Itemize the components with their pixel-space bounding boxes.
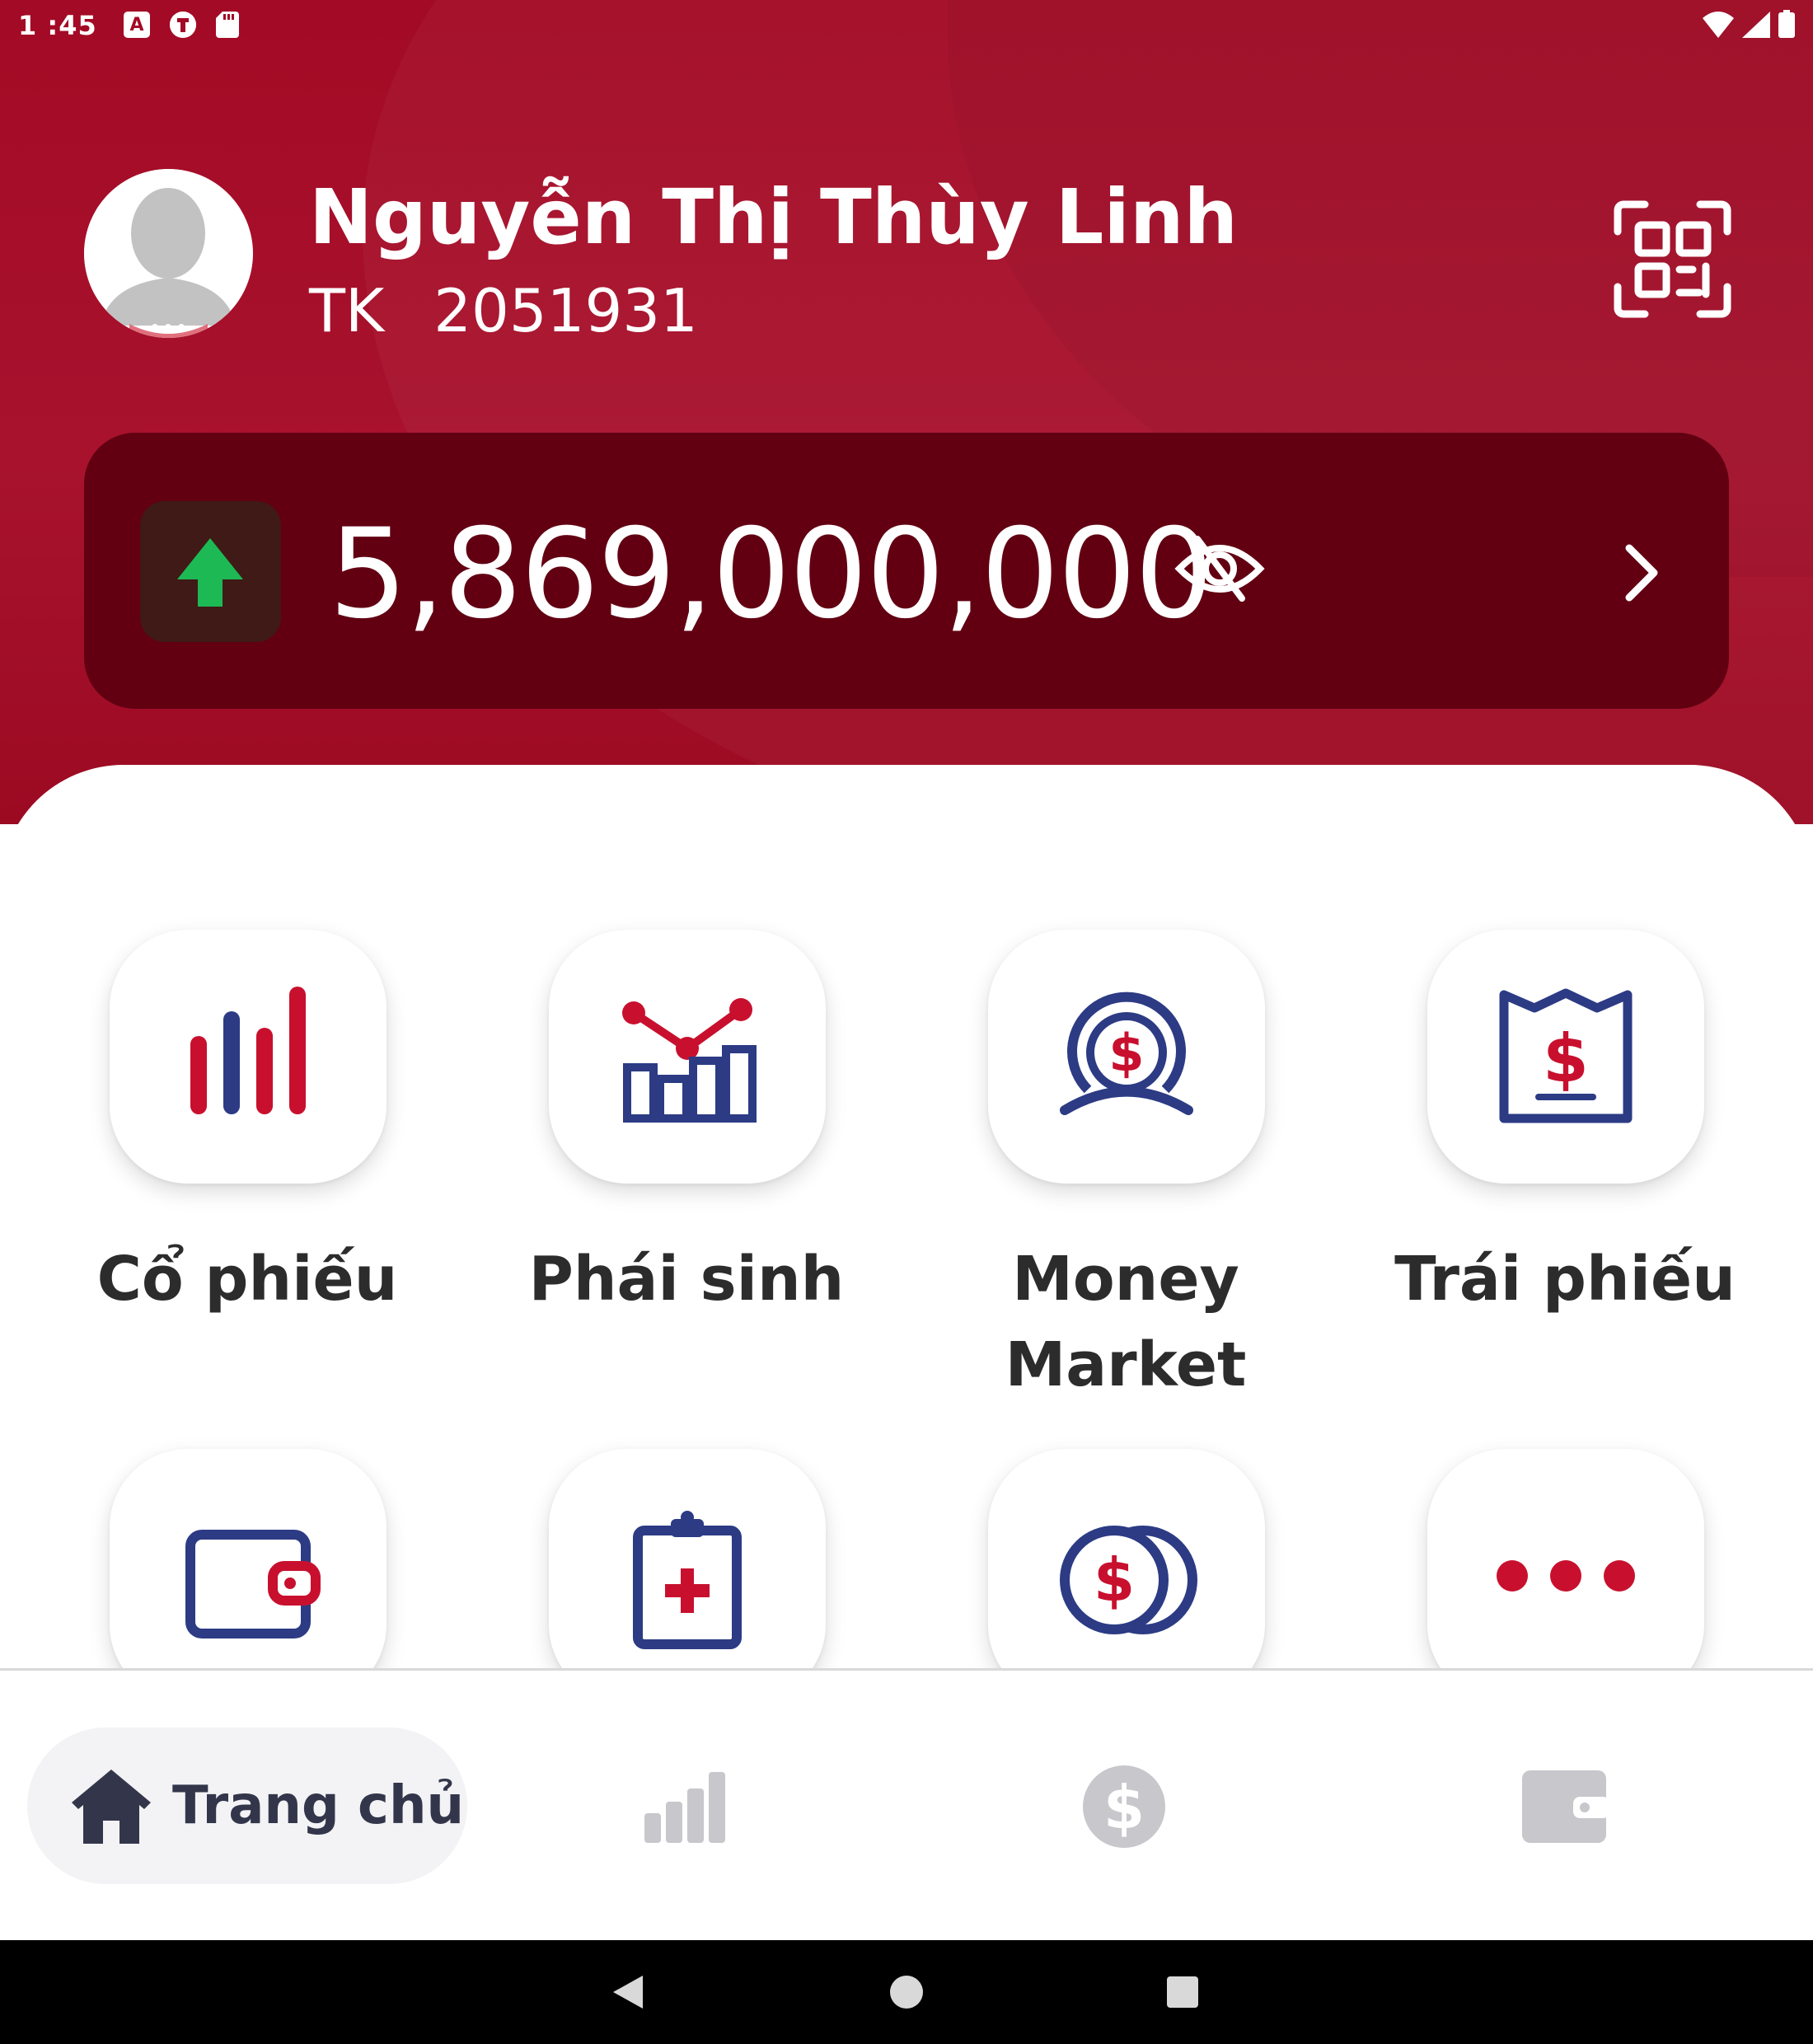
menu-derivatives-tile[interactable] xyxy=(549,930,826,1184)
menu-more-tile[interactable] xyxy=(1427,1449,1704,1671)
account-number: 2051931 xyxy=(433,276,698,345)
user-name: Nguyễn Thị Thùy Linh xyxy=(309,173,1238,261)
svg-text:$: $ xyxy=(1543,1020,1589,1097)
menu-bond-tile[interactable]: $ xyxy=(1427,930,1704,1184)
system-recents-button[interactable] xyxy=(1150,1940,1216,2044)
more-dots-icon xyxy=(1497,1560,1635,1592)
menu-insurance-tile[interactable] xyxy=(549,1449,826,1671)
nav-home[interactable]: Trang chủ xyxy=(27,1728,467,1884)
wifi-icon xyxy=(1703,12,1734,38)
stock-bars-icon xyxy=(190,987,306,1114)
account-row: TK 2051931 xyxy=(309,276,698,345)
balance-detail-button[interactable] xyxy=(1609,536,1675,610)
home-icon xyxy=(72,1770,151,1844)
wallet-icon xyxy=(185,1530,321,1638)
system-nav-bar xyxy=(0,1940,1813,2044)
menu-coins-tile[interactable]: $ xyxy=(988,1449,1265,1671)
status-icons-left: A xyxy=(124,12,239,41)
arrow-up-icon xyxy=(177,538,243,607)
svg-text:$: $ xyxy=(1094,1545,1135,1615)
status-bar: 1 :45 A xyxy=(0,0,1813,54)
menu-bond-label: Trái phiếu xyxy=(1394,1244,1736,1315)
dollar-coin-icon: $ xyxy=(1083,1765,1165,1848)
bottom-nav: Trang chủ $ xyxy=(0,1668,1813,1940)
balance-card[interactable]: 5,869,000,000 xyxy=(84,433,1729,709)
toggle-balance-visibility[interactable] xyxy=(1174,527,1265,610)
nav-finance[interactable]: $ xyxy=(1075,1761,1174,1852)
wallet-icon xyxy=(1522,1770,1609,1843)
chevron-right-icon xyxy=(1625,544,1658,602)
status-icons-right xyxy=(1703,10,1795,38)
account-prefix: TK xyxy=(309,276,385,345)
a-badge-icon: A xyxy=(124,12,150,38)
menu-money-market-label: Money Market xyxy=(1005,1244,1247,1400)
nav-market[interactable] xyxy=(637,1761,736,1852)
bond-certificate-icon: $ xyxy=(1499,988,1633,1123)
balance-value: 5,869,000,000 xyxy=(329,503,1213,646)
menu-derivatives-label: Phái sinh xyxy=(528,1244,845,1315)
coins-icon: $ xyxy=(1060,1526,1197,1634)
svg-text:$: $ xyxy=(1108,1023,1144,1083)
sd-card-icon xyxy=(216,12,239,41)
money-market-icon: $ xyxy=(1060,992,1193,1115)
menu-wallet-tile[interactable] xyxy=(110,1449,386,1671)
menu-stock-label: Cổ phiếu xyxy=(96,1244,398,1315)
nav-wallet[interactable] xyxy=(1515,1761,1614,1852)
derivatives-chart-icon xyxy=(622,998,757,1123)
back-triangle-icon xyxy=(613,1976,643,2009)
circle-t-icon xyxy=(170,12,196,38)
svg-text:$: $ xyxy=(1103,1773,1145,1842)
user-silhouette-icon xyxy=(84,169,252,338)
system-home-button[interactable] xyxy=(874,1940,939,2044)
avatar[interactable] xyxy=(84,169,253,338)
qr-scan-icon xyxy=(1614,200,1731,318)
menu-stock-tile[interactable] xyxy=(110,930,386,1184)
recents-square-icon xyxy=(1167,1976,1198,2008)
qr-scan-button[interactable] xyxy=(1614,200,1731,318)
insurance-clipboard-icon xyxy=(633,1511,742,1649)
header: 1 :45 A Nguyễn Thị Thùy Linh TK 2051931 … xyxy=(0,0,1813,824)
trend-indicator xyxy=(140,501,281,642)
market-bars-icon xyxy=(644,1772,725,1843)
nav-home-label: Trang chủ xyxy=(172,1775,465,1836)
status-time: 1 :45 xyxy=(18,10,97,41)
home-circle-icon xyxy=(890,1976,923,2009)
eye-slash-icon xyxy=(1174,536,1265,602)
menu-sheet: Cổ phiếu Phái sinh $ Money Market $ Trái… xyxy=(0,765,1813,1671)
system-back-button[interactable] xyxy=(595,1940,661,2044)
signal-icon xyxy=(1742,12,1770,38)
menu-money-market-tile[interactable]: $ xyxy=(988,930,1265,1184)
battery-icon xyxy=(1778,10,1795,38)
